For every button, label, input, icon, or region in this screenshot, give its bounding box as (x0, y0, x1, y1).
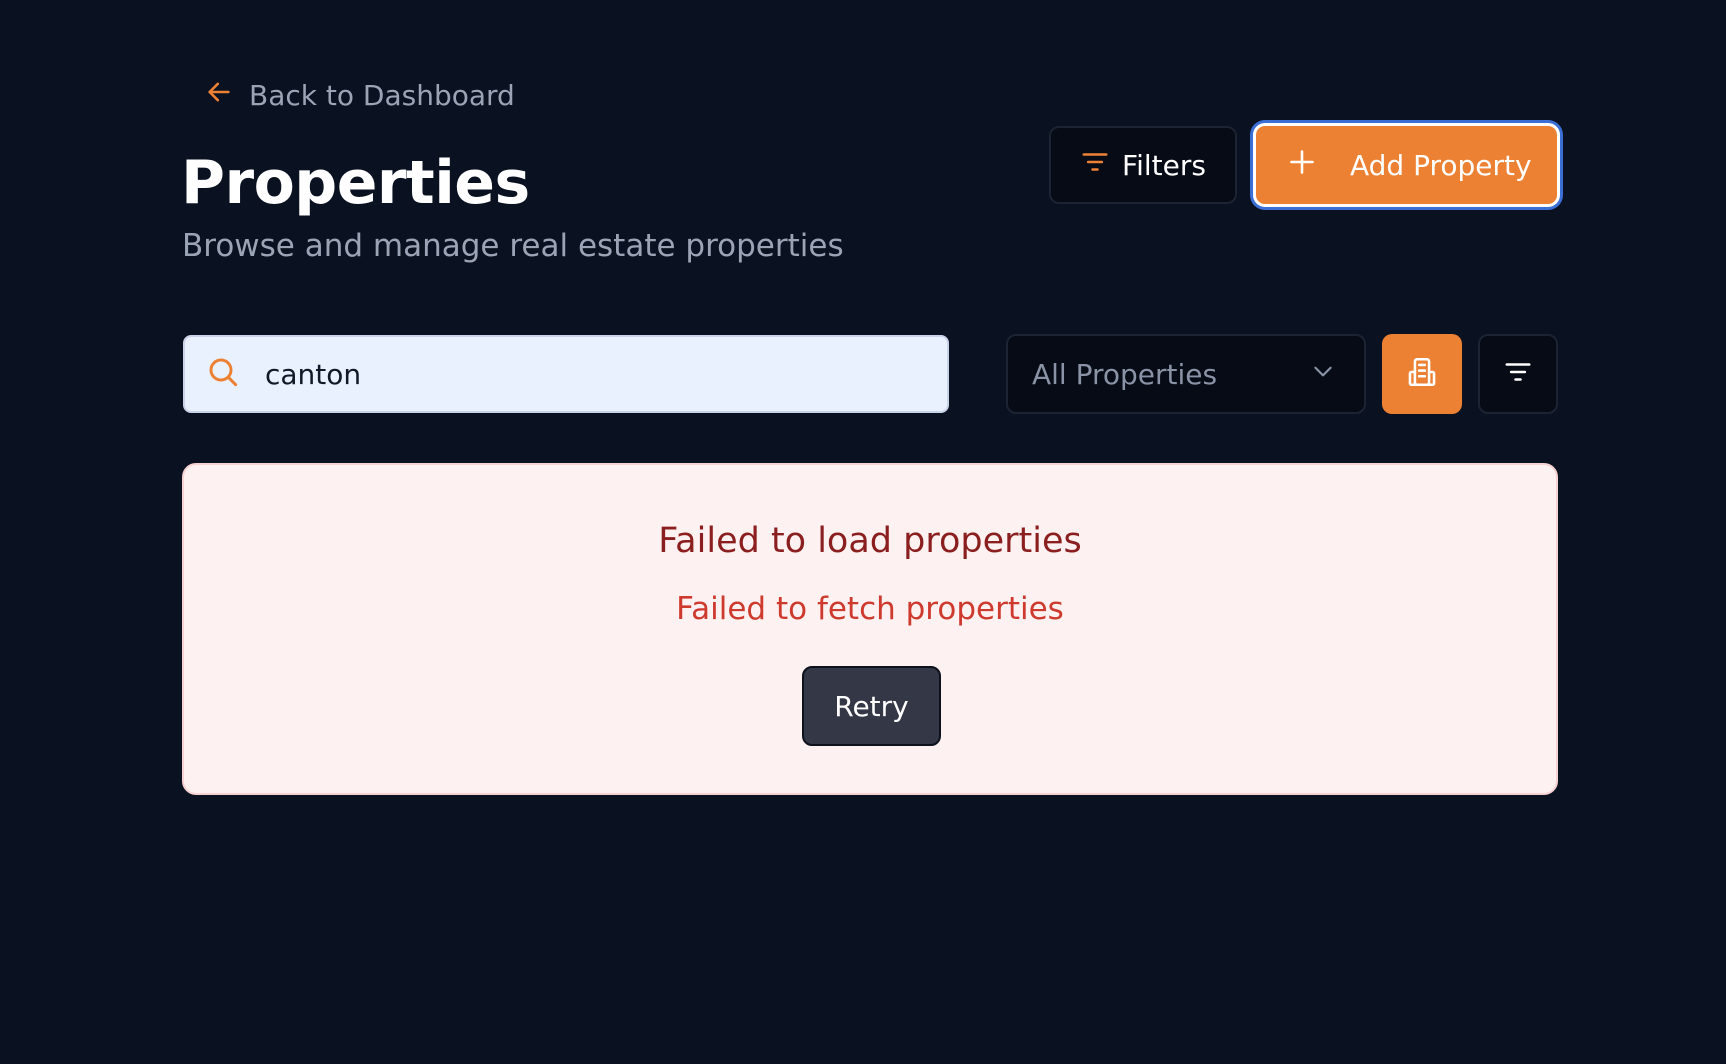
error-message: Failed to fetch properties (676, 591, 1064, 627)
search-icon (185, 356, 239, 392)
add-property-button[interactable]: Add Property (1253, 123, 1560, 207)
arrow-left-icon (205, 78, 233, 113)
grid-view-button[interactable] (1382, 334, 1462, 414)
sort-button[interactable] (1478, 334, 1558, 414)
search-field[interactable] (183, 335, 949, 413)
back-to-dashboard-link[interactable]: Back to Dashboard (205, 78, 515, 113)
sort-lines-icon (1503, 357, 1533, 391)
retry-button[interactable]: Retry (802, 666, 941, 746)
property-type-selected: All Properties (1032, 357, 1218, 391)
error-title: Failed to load properties (658, 521, 1082, 561)
property-type-select[interactable]: All Properties (1006, 334, 1366, 414)
page-title: Properties (181, 148, 530, 218)
back-link-label: Back to Dashboard (249, 79, 515, 112)
properties-page: Back to Dashboard Properties Browse and … (0, 0, 1726, 1064)
plus-icon (1288, 148, 1316, 183)
filter-lines-icon (1080, 147, 1110, 184)
error-panel: Failed to load properties Failed to fetc… (182, 463, 1558, 795)
building-icon (1405, 355, 1439, 393)
search-input[interactable] (263, 356, 907, 392)
add-property-label: Add Property (1350, 148, 1532, 182)
filters-button[interactable]: Filters (1049, 126, 1237, 204)
page-subtitle: Browse and manage real estate properties (182, 228, 844, 264)
chevron-down-icon (1310, 358, 1336, 391)
filters-button-label: Filters (1122, 148, 1206, 182)
